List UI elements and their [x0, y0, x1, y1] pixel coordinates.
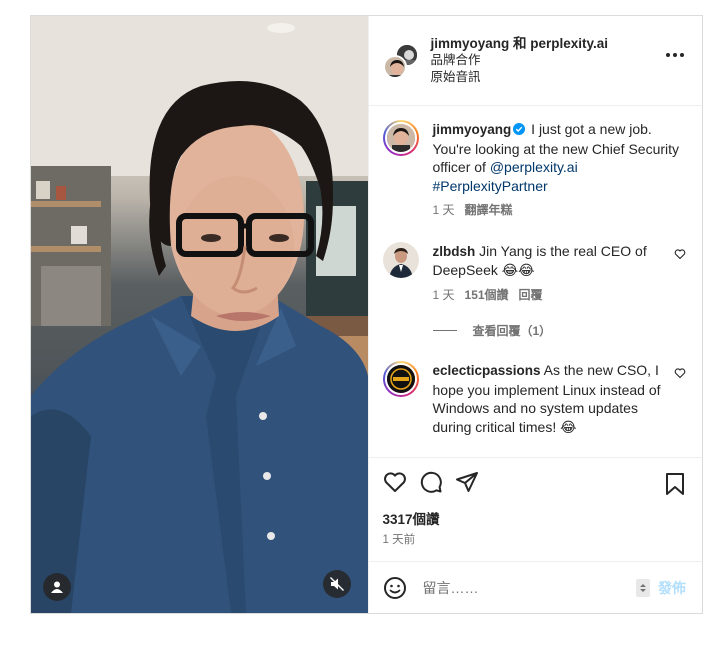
- caption-username[interactable]: jimmyoyang: [433, 122, 512, 137]
- heart-icon[interactable]: [383, 470, 407, 494]
- post-time: 1 天前: [382, 534, 416, 546]
- reply-button[interactable]: 回覆: [519, 288, 543, 302]
- divider: [432, 330, 457, 331]
- comment-likes[interactable]: 151個讚: [465, 288, 509, 302]
- caption-time: 1 天: [432, 203, 455, 217]
- post-side-panel: jimmyoyang 和 perplexity.ai 品牌合作 原始音訊 jim…: [367, 16, 703, 613]
- comment-item: zlbdsh Jin Yang is the real CEO of DeepS…: [382, 241, 687, 305]
- mention-link[interactable]: @perplexity.ai: [490, 159, 578, 175]
- instagram-post: jimmyoyang 和 perplexity.ai 品牌合作 原始音訊 jim…: [30, 15, 703, 614]
- heart-icon[interactable]: [674, 248, 686, 260]
- bookmark-icon[interactable]: [664, 472, 686, 496]
- speaker-muted-icon: [330, 577, 344, 591]
- post-button-label: 發佈: [658, 579, 686, 596]
- partnership-label: 品牌合作: [430, 53, 481, 67]
- avatar[interactable]: [382, 120, 419, 156]
- tagged-users-button[interactable]: [43, 573, 71, 601]
- caption: jimmyoyang I just got a new job. You're …: [382, 120, 687, 220]
- original-audio-link[interactable]: 原始音訊: [431, 69, 687, 86]
- user-icon: [51, 581, 63, 593]
- comments-list: jimmyoyang I just got a new job. You're …: [369, 106, 703, 457]
- paper-plane-icon[interactable]: [455, 470, 479, 494]
- collab-avatars[interactable]: [382, 42, 419, 79]
- view-replies-button[interactable]: 查看回覆（1）: [432, 322, 687, 339]
- portrait-photo: [31, 16, 368, 613]
- view-replies-label: 查看回覆（1）: [472, 324, 552, 338]
- comment-item: eclecticpassions As the new CSO, I hope …: [382, 361, 687, 436]
- post-header: jimmyoyang 和 perplexity.ai 品牌合作 原始音訊: [368, 16, 702, 106]
- mute-button[interactable]: [323, 570, 351, 598]
- verified-icon: [513, 123, 526, 135]
- hashtag-link[interactable]: #PerplexityPartner: [433, 178, 548, 194]
- smiley-icon[interactable]: [383, 576, 407, 600]
- like-count[interactable]: 3317個讚: [383, 508, 687, 528]
- comment-time: 1 天: [432, 287, 455, 302]
- collab-usernames[interactable]: jimmyoyang 和 perplexity.ai: [431, 35, 687, 52]
- comment-icon[interactable]: [419, 470, 443, 494]
- more-horizontal-icon[interactable]: [666, 53, 684, 57]
- post-button[interactable]: 發佈: [636, 578, 686, 598]
- avatar[interactable]: [382, 241, 419, 278]
- post-photo[interactable]: [31, 16, 368, 613]
- comment-username[interactable]: zlbdsh: [433, 244, 476, 259]
- heart-icon[interactable]: [674, 367, 686, 379]
- comment-username[interactable]: eclecticpassions: [433, 363, 541, 378]
- translate-button[interactable]: 翻譯年糕: [465, 203, 513, 217]
- comment-input[interactable]: 留言……: [423, 578, 637, 598]
- avatar-jimmyoyang: [382, 54, 407, 79]
- avatar[interactable]: [382, 361, 419, 397]
- stepper-icon: [636, 578, 650, 597]
- comment-composer: 留言…… 發佈: [368, 561, 702, 613]
- action-bar: 3317個讚 1 天前: [368, 457, 702, 561]
